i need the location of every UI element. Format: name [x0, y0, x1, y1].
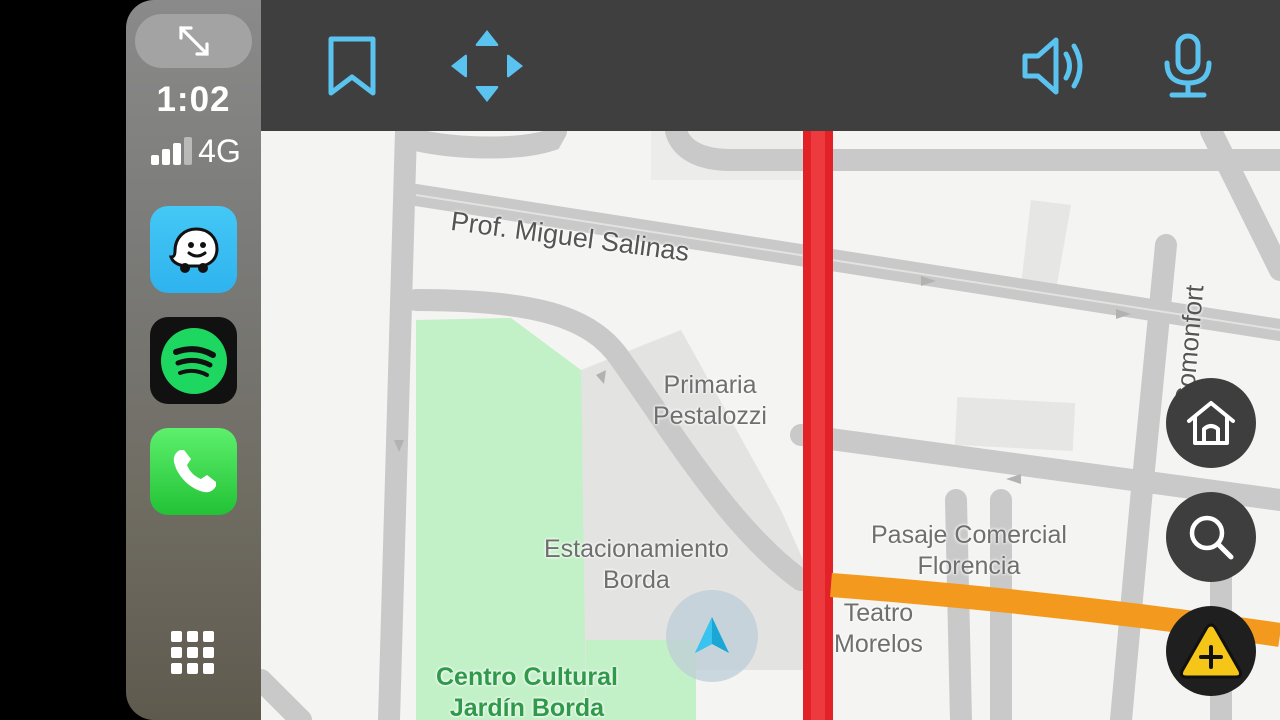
spotify-app-button[interactable] [150, 317, 237, 404]
home-icon [1187, 401, 1235, 445]
waze-app-button[interactable] [150, 206, 237, 293]
home-button[interactable] [1166, 378, 1256, 468]
navigation-arrow-icon [695, 617, 729, 653]
poi-label-line: Jardín Borda [449, 694, 605, 720]
poi-label-pasaje: Pasaje Comercial Florencia [871, 520, 1067, 582]
expand-icon [178, 26, 209, 56]
pan-map-button[interactable] [447, 26, 527, 106]
bookmark-button[interactable] [312, 26, 392, 106]
search-button[interactable] [1166, 492, 1256, 582]
phone-icon [173, 449, 216, 492]
status-time: 1:02 [156, 80, 231, 119]
phone-app-button[interactable] [150, 428, 237, 515]
voice-command-button[interactable] [1148, 26, 1228, 106]
current-location-marker[interactable] [666, 590, 758, 682]
cellular-status: 4G [136, 133, 256, 169]
poi-label-line: Teatro [843, 599, 914, 627]
report-hazard-icon [1180, 623, 1242, 679]
microphone-icon [1164, 33, 1212, 98]
poi-label-line: Morelos [834, 630, 923, 658]
app-grid-button[interactable] [170, 630, 216, 676]
top-toolbar [261, 0, 1280, 131]
network-type: 4G [198, 132, 241, 169]
poi-label-primaria: Primaria Pestalozzi [653, 370, 767, 432]
poi-label-line: Centro Cultural [436, 663, 618, 691]
pan-arrows-icon [451, 30, 523, 102]
bookmark-icon [328, 36, 376, 96]
poi-label-line: Pestalozzi [653, 402, 767, 430]
poi-label-line: Pasaje Comercial [871, 521, 1067, 549]
app-grid-icon [171, 631, 214, 674]
poi-label-estacionamiento: Estacionamiento Borda [544, 534, 729, 596]
expand-button[interactable] [135, 14, 252, 68]
poi-label-line: Estacionamiento [544, 535, 729, 563]
spotify-icon [160, 327, 227, 394]
report-button[interactable] [1166, 606, 1256, 696]
waze-icon [168, 226, 219, 273]
signal-strength-icon [151, 137, 193, 165]
poi-label-teatro: Teatro Morelos [834, 598, 923, 660]
search-icon [1189, 515, 1234, 560]
carplay-dock: 1:02 4G [126, 0, 261, 720]
poi-label-centro-cultural: Centro Cultural Jardín Borda [436, 662, 618, 720]
volume-icon [1022, 37, 1083, 95]
sound-button[interactable] [1013, 26, 1093, 106]
poi-label-line: Florencia [917, 552, 1021, 580]
poi-label-line: Primaria [663, 371, 757, 399]
